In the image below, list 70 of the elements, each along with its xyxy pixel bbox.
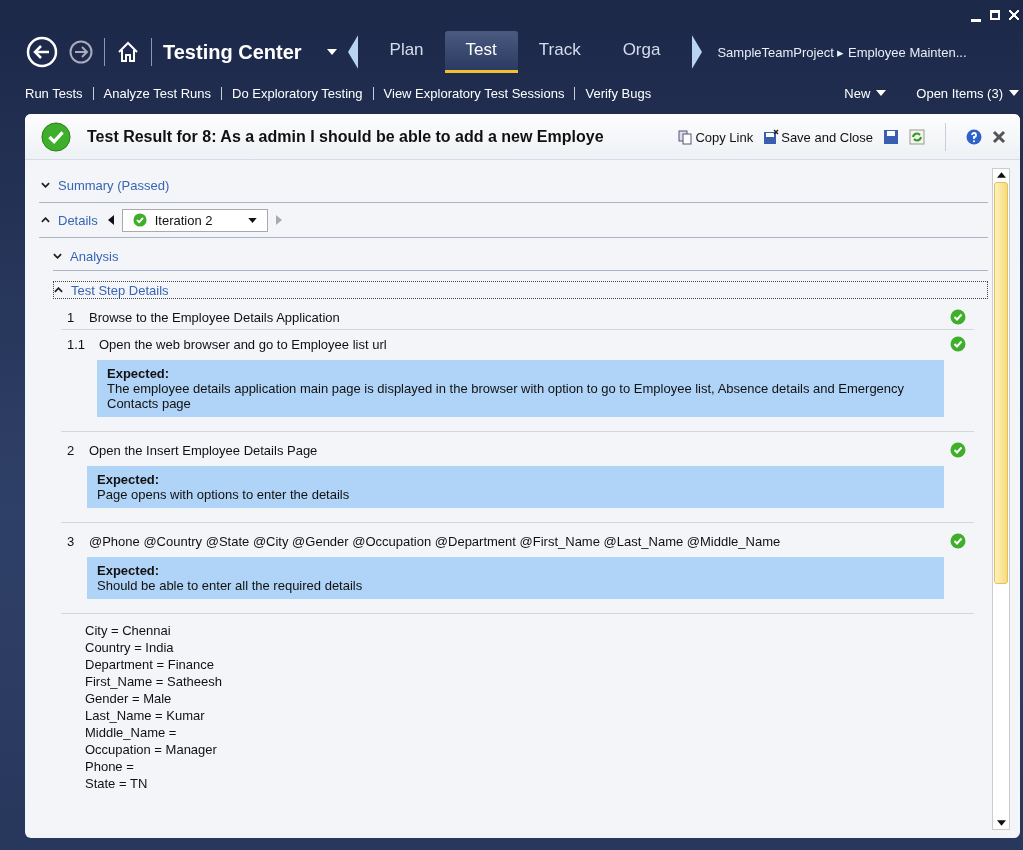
step-number: 3 (67, 533, 76, 549)
caret-icon (247, 217, 257, 223)
iteration-dropdown[interactable]: Iteration 2 (121, 208, 268, 232)
nav-tab[interactable]: Orga (601, 31, 682, 73)
collapse-icon[interactable] (41, 217, 50, 223)
parameter-value: First_Name = Satheesh (85, 673, 223, 690)
caret-icon (1009, 90, 1019, 96)
expand-icon[interactable] (41, 182, 50, 188)
expected-label: Expected: (97, 563, 161, 578)
scrollbar[interactable] (992, 168, 1010, 830)
nav-tab[interactable]: Test (444, 31, 518, 73)
expected-text: Page opens with options to enter the details (97, 487, 351, 502)
parameter-value: Occupation = Manager (85, 741, 218, 758)
expected-text: Should be able to enter all the required details (97, 578, 364, 593)
result-title: Test Result for 8: As a admin I should be able to add a new Employe (87, 128, 605, 146)
parameter-value: State = TN (85, 775, 149, 792)
parameter-value: Middle_Name = (85, 724, 178, 741)
previous-icon[interactable] (107, 215, 114, 225)
parameter-value: Department = Finance (85, 656, 215, 673)
toolbar-menu[interactable]: New (844, 85, 887, 101)
nav-tab[interactable]: Plan (368, 31, 445, 73)
parameter-value: Gender = Male (85, 690, 173, 707)
scroll-left-icon[interactable] (347, 35, 358, 69)
expand-icon[interactable] (53, 253, 62, 259)
step-action: Browse to the Employee Details Application (89, 309, 341, 325)
section-link[interactable]: Summary (Passed) (58, 177, 170, 193)
caret-icon (876, 90, 887, 96)
save-close-button[interactable]: Save and Close (763, 129, 873, 145)
toolbar-link[interactable]: Analyze Test Runs (103, 85, 211, 101)
save-close-icon (763, 129, 780, 145)
toolbar-link[interactable]: View Exploratory Test Sessions (383, 85, 565, 101)
close-icon[interactable] (992, 130, 1006, 144)
scroll-down-icon[interactable] (996, 820, 1006, 826)
close-icon[interactable] (1009, 10, 1019, 20)
parameter-value: City = Chennai (85, 622, 172, 639)
step-action: @Phone @Country @State @City @Gender @Occupation @Department @First_Name @Last_Name @Middle_Name (89, 533, 782, 549)
step-number: 1.1 (67, 336, 87, 352)
parameter-value: Country = India (85, 639, 175, 656)
home-icon[interactable] (116, 40, 140, 64)
step-number: 2 (67, 442, 76, 458)
forward-icon[interactable] (69, 40, 93, 64)
help-icon[interactable] (966, 129, 982, 145)
copy-link-button[interactable]: Copy Link (677, 129, 754, 145)
toolbar-menu[interactable]: Open Items (3) (916, 85, 1019, 101)
step-number: 1 (67, 309, 76, 325)
expected-label: Expected: (97, 472, 161, 487)
maximize-icon[interactable] (990, 10, 1000, 20)
copy-icon (677, 129, 694, 145)
app-title: Testing Center (163, 40, 302, 64)
scroll-right-icon[interactable] (692, 35, 703, 69)
toolbar-link[interactable]: Verify Bugs (585, 85, 652, 101)
expected-label: Expected: (107, 366, 171, 381)
back-icon[interactable] (26, 36, 58, 68)
section-link[interactable]: Details (58, 212, 98, 228)
nav-tab[interactable]: Track (517, 31, 602, 73)
toolbar-link[interactable]: Do Exploratory Testing (232, 85, 363, 101)
parameter-value: Last_Name = Kumar (85, 707, 206, 724)
expected-text: The employee details application main page is displayed in the browser with option to go to Employee list, Absence details and Emergency Contacts page (107, 381, 906, 411)
save-icon[interactable] (883, 129, 899, 145)
parameter-value: Phone = (85, 758, 135, 775)
step-action: Open the Insert Employee Details Page (89, 442, 319, 458)
section-link[interactable]: Analysis (70, 248, 119, 264)
section-link[interactable]: Test Step Details (71, 282, 169, 298)
dropdown-icon[interactable] (326, 49, 337, 55)
refresh-icon[interactable] (909, 129, 925, 145)
toolbar-link[interactable]: Run Tests (25, 85, 83, 101)
breadcrumb[interactable]: SampleTeamProject ▸ Employee Mainten... (717, 44, 967, 60)
step-action: Open the web browser and go to Employee list url (99, 336, 388, 352)
collapse-icon[interactable] (54, 287, 63, 293)
scroll-up-icon[interactable] (996, 172, 1006, 178)
